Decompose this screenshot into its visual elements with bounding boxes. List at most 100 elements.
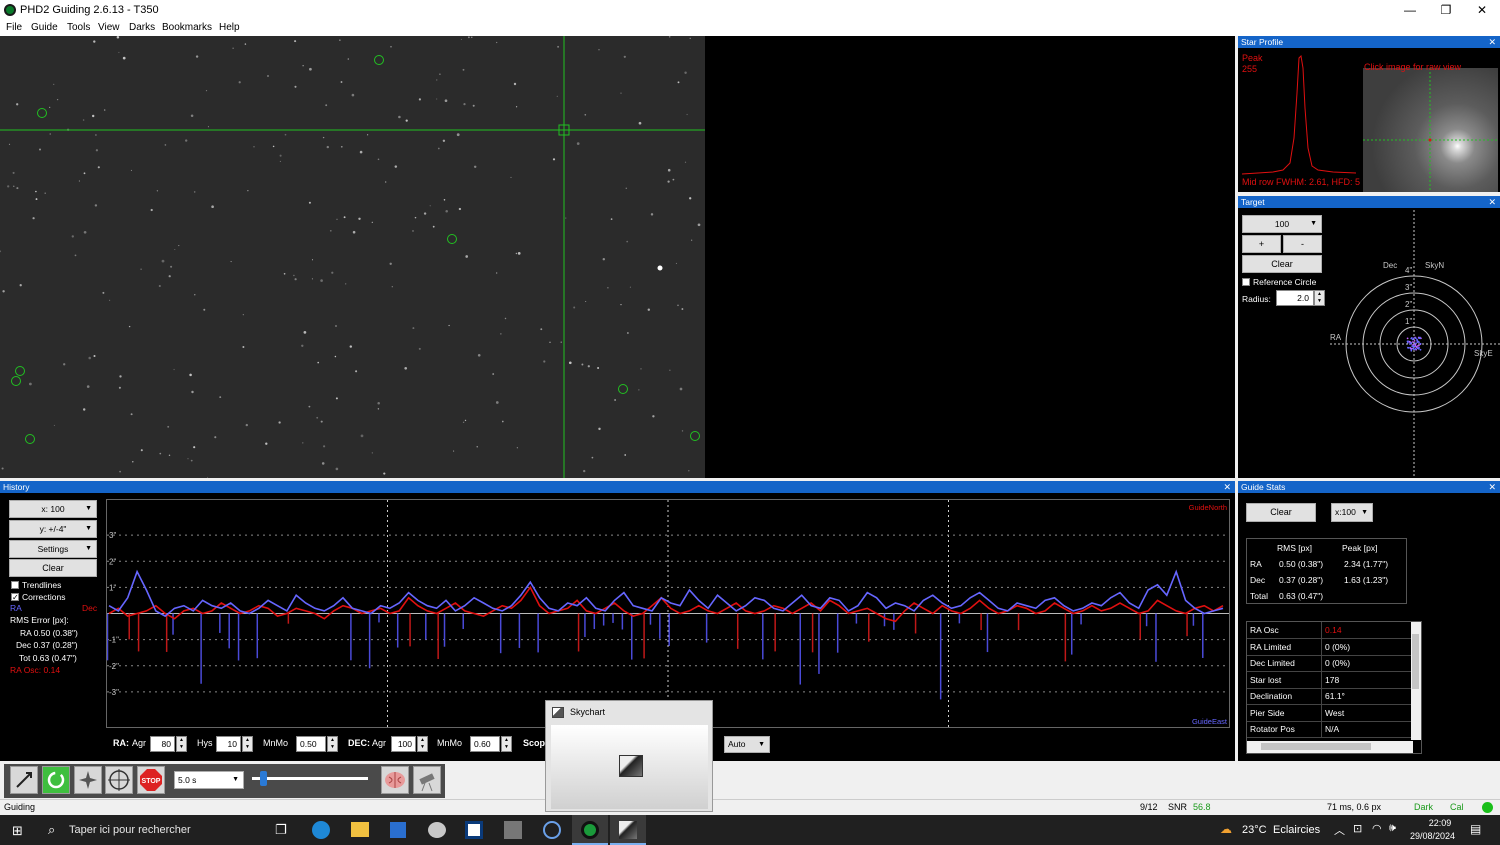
history-clear-button[interactable]: Clear (9, 559, 97, 577)
background-star (583, 469, 586, 473)
chevron-down-icon: ▼ (758, 741, 765, 748)
history-x-scale-select[interactable]: x: 100 ▼ (9, 500, 97, 518)
background-star (242, 346, 245, 348)
loop-button[interactable] (42, 766, 70, 794)
background-star (557, 45, 560, 48)
dec-minmove-stepper[interactable]: ▲ ▼ (501, 736, 512, 752)
task-view-icon[interactable]: ❐ (275, 822, 287, 838)
guide-stats-titlebar: Guide Stats ✕ (1238, 481, 1500, 493)
hysteresis-stepper[interactable]: ▲ ▼ (242, 736, 253, 752)
camera-frame[interactable] (0, 36, 705, 478)
menu-darks[interactable]: Darks (129, 22, 155, 33)
windows-taskbar: ⊞ ⌕ Taper ici pour rechercher ❐ ☁ 23°C E… (0, 815, 1500, 845)
stats-details-list[interactable]: RA Osc 0.14 RA Limited 0 (0%) Dec Limited 0 (… (1246, 621, 1422, 754)
minimize-button[interactable]: — (1392, 2, 1428, 19)
clock-date[interactable]: 29/08/2024 (1410, 831, 1455, 841)
chevron-up-icon[interactable]: ︿ (1334, 822, 1345, 838)
phd2-taskbar-button[interactable] (572, 815, 608, 845)
exposure-select[interactable]: 5.0 s ▼ (174, 771, 244, 789)
menu-guide[interactable]: Guide (31, 22, 58, 33)
history-settings-select[interactable]: Settings ▼ (9, 540, 97, 558)
volume-icon[interactable]: 🕪 (1389, 822, 1396, 835)
menu-help[interactable]: Help (219, 22, 240, 33)
file-explorer-icon[interactable] (351, 822, 369, 837)
background-star (35, 190, 37, 193)
store-icon[interactable] (390, 822, 406, 838)
skychart-taskbar-preview[interactable]: Skychart (545, 700, 713, 812)
brain-button[interactable] (381, 766, 409, 794)
app-icon[interactable] (428, 822, 446, 838)
background-star (265, 442, 268, 445)
ra-minmove-stepper[interactable]: ▲ ▼ (327, 736, 338, 752)
background-star (516, 447, 518, 449)
stats-x-scale-select[interactable]: x:100 ▼ (1331, 503, 1373, 522)
gamma-slider-thumb[interactable] (260, 771, 267, 786)
background-star (331, 271, 334, 274)
connect-equipment-button[interactable] (10, 766, 38, 794)
weather-condition[interactable]: Eclaircies (1273, 824, 1320, 836)
search-icon[interactable]: ⌕ (48, 822, 55, 838)
radius-input[interactable]: 2.0 (1276, 290, 1314, 306)
clock-time[interactable]: 22:09 (1420, 818, 1460, 828)
background-star (610, 218, 613, 220)
edge-icon[interactable] (312, 821, 330, 839)
close-icon[interactable]: ✕ (1223, 481, 1231, 493)
stats-clear-button[interactable]: Clear (1246, 503, 1316, 522)
target-scale-select[interactable]: 100 ▼ (1242, 215, 1322, 233)
manual-guide-button[interactable] (413, 766, 441, 794)
ra-aggressiveness-input[interactable]: 80 (150, 736, 175, 752)
gamma-slider[interactable] (252, 771, 368, 786)
menu-bookmarks[interactable]: Bookmarks (162, 22, 212, 33)
notifications-icon[interactable]: ▤ (1470, 822, 1481, 836)
app-icon[interactable] (504, 821, 522, 839)
ra-params-label: RA: (113, 738, 129, 748)
taskbar-search-box[interactable]: Taper ici pour rechercher (69, 824, 191, 836)
close-icon[interactable]: ✕ (1488, 36, 1496, 48)
radius-stepper[interactable]: ▲ ▼ (1314, 290, 1325, 306)
background-star (377, 401, 380, 405)
zoom-out-button[interactable]: - (1283, 235, 1322, 253)
background-star (597, 366, 600, 370)
star-field[interactable] (0, 36, 705, 478)
ra-aggressiveness-stepper[interactable]: ▲ ▼ (176, 736, 187, 752)
details-horizontal-scrollbar[interactable] (1247, 741, 1413, 753)
background-star (311, 259, 314, 261)
close-icon[interactable]: ✕ (1488, 481, 1496, 493)
skychart-taskbar-button[interactable] (610, 815, 646, 845)
target-clear-button[interactable]: Clear (1242, 255, 1322, 273)
menu-tools[interactable]: Tools (67, 22, 90, 33)
menu-file[interactable]: File (6, 22, 22, 33)
zoom-in-button[interactable]: + (1242, 235, 1281, 253)
close-button[interactable]: ✕ (1464, 2, 1500, 19)
trendlines-checkbox[interactable] (11, 581, 19, 589)
wifi-icon[interactable]: ◠ (1372, 822, 1382, 835)
auto-select-star-button[interactable] (74, 766, 102, 794)
stop-button[interactable]: STOP (137, 766, 165, 794)
details-vertical-scrollbar[interactable] (1411, 622, 1421, 740)
dec-minmove-input[interactable]: 0.60 (470, 736, 500, 752)
dec-aggressiveness-input[interactable]: 100 (391, 736, 416, 752)
y-tick-label: -3" (109, 688, 119, 697)
history-y-scale-select[interactable]: y: +/-4" ▼ (9, 520, 97, 538)
weather-temperature[interactable]: 23°C (1242, 824, 1267, 836)
close-icon[interactable]: ✕ (1488, 196, 1496, 208)
history-graph[interactable]: 3" 2" 1" -1" -2" -3" GuideNorth GuideEast (106, 499, 1230, 728)
network-icon[interactable]: ⊡ (1353, 822, 1362, 835)
hysteresis-input[interactable]: 10 (216, 736, 241, 752)
star-zoom-image[interactable] (1363, 68, 1498, 192)
windows-start-icon[interactable]: ⊞ (12, 823, 23, 839)
teamviewer-icon[interactable] (465, 821, 483, 839)
dec-aggressiveness-stepper[interactable]: ▲ ▼ (417, 736, 428, 752)
maximize-button[interactable]: ❐ (1428, 2, 1464, 19)
reference-circle-checkbox[interactable] (1242, 278, 1250, 286)
brain-icon (385, 772, 405, 788)
app-icon[interactable] (543, 821, 561, 839)
background-star (668, 36, 671, 38)
dec-guide-mode-select[interactable]: Auto ▼ (724, 736, 770, 753)
ra-minmove-input[interactable]: 0.50 (296, 736, 326, 752)
weather-icon[interactable]: ☁ (1220, 822, 1232, 836)
background-star (552, 158, 556, 161)
guide-button[interactable] (105, 766, 133, 794)
menu-view[interactable]: View (98, 22, 120, 33)
corrections-checkbox[interactable]: ✓ (11, 593, 19, 602)
